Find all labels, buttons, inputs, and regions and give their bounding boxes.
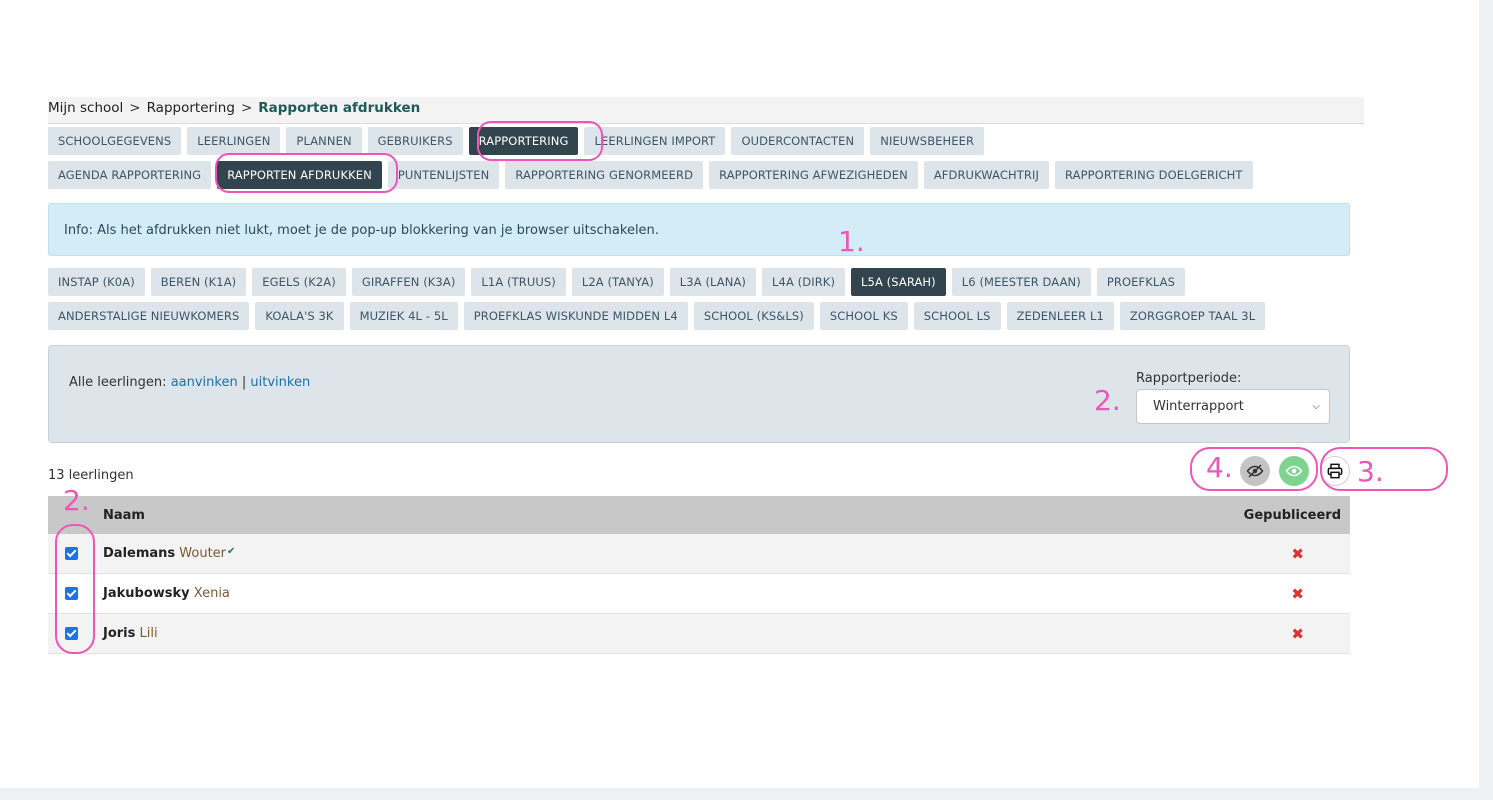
subtab-rapportering-genormeerd[interactable]: RAPPORTERING GENORMEERD <box>505 161 704 189</box>
student-name-cell: Jakubowsky Xenia <box>103 573 795 614</box>
row-checkbox[interactable] <box>65 587 78 600</box>
tab-leerlingen[interactable]: LEERLINGEN <box>187 127 281 155</box>
class-tab-school-ks-ls[interactable]: SCHOOL (KS&LS) <box>693 302 814 330</box>
tab-gebruikers[interactable]: GEBRUIKERS <box>367 127 463 155</box>
row-checkbox[interactable] <box>65 627 78 640</box>
tab-oudercontacten[interactable]: OUDERCONTACTEN <box>731 127 865 155</box>
class-tab-school-ks[interactable]: SCHOOL KS <box>819 302 908 330</box>
row-checkbox[interactable] <box>65 547 78 560</box>
check-all-link[interactable]: aanvinken <box>171 375 238 390</box>
period-select-value: Winterrapport <box>1153 399 1244 414</box>
row-checkbox-cell <box>48 613 103 654</box>
window-edge-right <box>1479 0 1493 800</box>
show-reports-button[interactable] <box>1279 456 1309 486</box>
select-all-label: Alle leerlingen: <box>69 375 167 390</box>
student-first-name: Lili <box>139 626 158 641</box>
annotation-2-period: 2. <box>1094 384 1121 417</box>
uncheck-all-link[interactable]: uitvinken <box>250 375 310 390</box>
class-tab-instap[interactable]: INSTAP (K0A) <box>48 268 145 296</box>
class-tab-school-ls[interactable]: SCHOOL LS <box>913 302 1001 330</box>
class-tab-egels[interactable]: EGELS (K2A) <box>252 268 346 296</box>
student-name-cell: Dalemans Wouter✔ <box>103 534 795 574</box>
class-tab-l4a[interactable]: L4A (DIRK) <box>762 268 846 296</box>
students-table: Naam Gepubliceerd Dalemans Wouter✔ ✖ Jak… <box>48 496 1350 654</box>
class-tab-l2a[interactable]: L2A (TANYA) <box>571 268 664 296</box>
breadcrumb-separator: > <box>240 100 253 116</box>
tab-leerlingen-import[interactable]: LEERLINGEN IMPORT <box>584 127 726 155</box>
published-cell: ✖ <box>794 613 1350 654</box>
breadcrumb: Mijn school > Rapportering > Rapporten afdru… <box>48 97 1364 124</box>
subtab-puntenlijsten[interactable]: PUNTENLIJSTEN <box>387 161 500 189</box>
class-tab-zedenleer[interactable]: ZEDENLEER L1 <box>1006 302 1114 330</box>
table-row: Dalemans Wouter✔ ✖ <box>48 534 1350 574</box>
class-tab-l5a[interactable]: L5A (SARAH) <box>851 268 946 296</box>
table-row: Joris Lili ✖ <box>48 613 1350 654</box>
class-tab-l3a[interactable]: L3A (LANA) <box>669 268 757 296</box>
window-edge-bottom <box>0 788 1493 800</box>
tab-nieuwsbeheer[interactable]: NIEUWSBEHEER <box>870 127 985 155</box>
annotation-2-checkboxes: 2. <box>63 484 90 517</box>
subtab-agenda-rapportering[interactable]: AGENDA RAPPORTERING <box>48 161 212 189</box>
class-tab-anderstalige[interactable]: ANDERSTALIGE NIEUWKOMERS <box>48 302 250 330</box>
table-row: Jakubowsky Xenia ✖ <box>48 573 1350 614</box>
subtab-rapporten-afdrukken[interactable]: RAPPORTEN AFDRUKKEN <box>217 161 382 189</box>
eye-icon <box>1285 465 1303 477</box>
breadcrumb-item-rapportering[interactable]: Rapportering <box>147 98 235 118</box>
period-label: Rapportperiode: <box>1136 371 1242 386</box>
class-tab-bar-1: INSTAP (K0A) BEREN (K1A) EGELS (K2A) GIR… <box>48 268 1185 296</box>
period-select[interactable]: Winterrapport ⌵ <box>1136 389 1330 424</box>
annotation-1: 1. <box>838 225 865 258</box>
published-cell: ✖ <box>794 534 1350 574</box>
select-all-row: Alle leerlingen: aanvinken | uitvinken <box>69 375 310 390</box>
class-tab-muziek[interactable]: MUZIEK 4L - 5L <box>349 302 458 330</box>
student-last-name: Jakubowsky <box>103 586 190 601</box>
main-tab-bar: SCHOOLGEGEVENS LEERLINGEN PLANNEN GEBRUI… <box>48 127 985 155</box>
subtab-rapportering-afwezigheden[interactable]: RAPPORTERING AFWEZIGHEDEN <box>709 161 918 189</box>
print-button[interactable] <box>1320 456 1350 486</box>
sub-tab-bar: AGENDA RAPPORTERING RAPPORTEN AFDRUKKEN … <box>48 161 1253 189</box>
eye-slash-icon <box>1246 464 1264 478</box>
student-first-name: Xenia <box>193 586 230 601</box>
table-header-row: Naam Gepubliceerd <box>48 496 1350 534</box>
class-tab-bar-2: ANDERSTALIGE NIEUWKOMERS KOALA'S 3K MUZI… <box>48 302 1266 330</box>
breadcrumb-item-school[interactable]: Mijn school <box>48 98 123 118</box>
chevron-down-icon: ⌵ <box>1312 401 1320 412</box>
name-column-header[interactable]: Naam <box>103 496 795 534</box>
student-first-name: Wouter <box>179 546 227 561</box>
annotation-3: 3. <box>1357 455 1384 488</box>
row-checkbox-cell <box>48 534 103 574</box>
class-tab-beren[interactable]: BEREN (K1A) <box>150 268 247 296</box>
not-published-icon: ✖ <box>1291 544 1304 563</box>
student-count: 13 leerlingen <box>48 468 134 483</box>
class-tab-giraffen[interactable]: GIRAFFEN (K3A) <box>351 268 466 296</box>
subtab-afdrukwachtrij[interactable]: AFDRUKWACHTRIJ <box>923 161 1049 189</box>
class-tab-proefklas-wiskunde[interactable]: PROEFKLAS WISKUNDE MIDDEN L4 <box>463 302 688 330</box>
tab-rapportering[interactable]: RAPPORTERING <box>468 127 579 155</box>
student-last-name: Joris <box>103 626 136 641</box>
tab-plannen[interactable]: PLANNEN <box>286 127 362 155</box>
not-published-icon: ✖ <box>1291 624 1304 643</box>
select-divider: | <box>241 375 247 390</box>
subtab-rapportering-doelgericht[interactable]: RAPPORTERING DOELGERICHT <box>1055 161 1253 189</box>
class-tab-l1a[interactable]: L1A (TRUUS) <box>471 268 566 296</box>
breadcrumb-current: Rapporten afdrukken <box>258 100 421 116</box>
info-alert: Info: Als het afdrukken niet lukt, moet … <box>48 203 1350 256</box>
class-tab-zorggroep[interactable]: ZORGGROEP TAAL 3L <box>1119 302 1266 330</box>
student-name-cell: Joris Lili <box>103 613 795 654</box>
published-cell: ✖ <box>794 573 1350 614</box>
class-tab-l6[interactable]: L6 (MEESTER DAAN) <box>951 268 1091 296</box>
class-tab-proefklas[interactable]: PROEFKLAS <box>1096 268 1185 296</box>
printer-icon <box>1327 463 1343 479</box>
breadcrumb-separator: > <box>129 100 141 116</box>
class-tab-koalas[interactable]: KOALA'S 3K <box>255 302 344 330</box>
tab-schoolgegevens[interactable]: SCHOOLGEGEVENS <box>48 127 182 155</box>
filter-panel: Alle leerlingen: aanvinken | uitvinken R… <box>48 345 1350 443</box>
student-last-name: Dalemans <box>103 546 176 561</box>
hide-reports-button[interactable] <box>1240 456 1270 486</box>
annotation-4: 4. <box>1206 451 1233 484</box>
checkmark-icon: ✔ <box>227 546 236 557</box>
row-checkbox-cell <box>48 573 103 614</box>
published-column-header[interactable]: Gepubliceerd <box>794 496 1350 534</box>
not-published-icon: ✖ <box>1291 584 1304 603</box>
